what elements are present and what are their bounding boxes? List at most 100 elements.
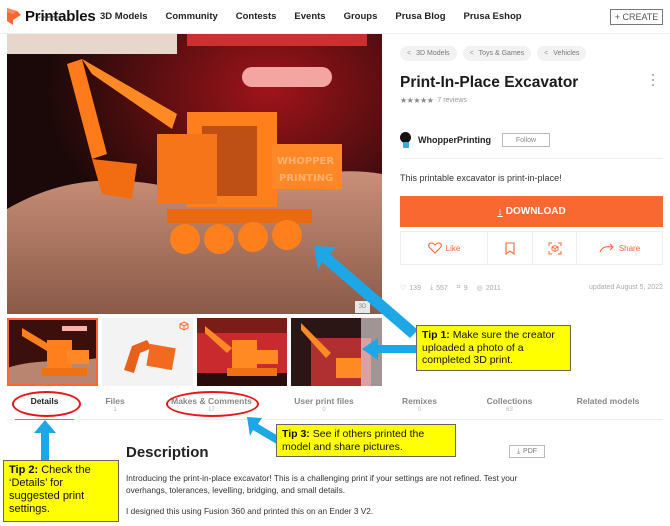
- tip-label: Tip 3:: [282, 428, 310, 440]
- svg-text:PRINTING: PRINTING: [279, 173, 333, 184]
- tip-1-callout: Tip 1: Make sure the creator uploaded a …: [416, 325, 571, 371]
- share-button[interactable]: Share: [577, 232, 662, 264]
- breadcrumb-3d-models[interactable]: <3D Models: [400, 46, 457, 61]
- nav-link-3d-models[interactable]: 3D Models: [100, 11, 148, 22]
- pdf-download-button[interactable]: ⤓ PDF: [509, 445, 545, 458]
- download-icon: ↓: [497, 205, 503, 218]
- logo-subtitle: by JOSEF PRUSA: [37, 15, 63, 19]
- top-nav: Printables by JOSEF PRUSA 3D Models Comm…: [0, 0, 670, 34]
- thumbnail-4[interactable]: [291, 318, 382, 386]
- heart-icon: [427, 242, 442, 254]
- 3d-cube-icon: [179, 321, 189, 331]
- model-stats: ♡ 139 ⤓ 557 ⌗ 9 ◎ 2011 updated August 5, 202…: [400, 284, 663, 292]
- nav-link-contests[interactable]: Contests: [236, 11, 277, 22]
- author-name[interactable]: WhopperPrinting: [418, 135, 491, 145]
- 3d-view-badge[interactable]: 3D: [355, 301, 370, 313]
- thumbnail-strip: [7, 318, 382, 386]
- breadcrumb: <3D Models < Toys & Games < Vehicles: [400, 46, 587, 61]
- star-rating-icon: ★★★★★: [400, 96, 434, 105]
- views-stat: ◎ 2011: [476, 284, 501, 293]
- makes-stat: ⌗ 9: [457, 284, 468, 292]
- ar-view-button[interactable]: [533, 232, 577, 264]
- follow-button[interactable]: Follow: [502, 133, 550, 147]
- download-label: DOWNLOAD: [505, 206, 566, 217]
- svg-text:WHOPPER: WHOPPER: [277, 156, 334, 167]
- tab-count: 1: [113, 407, 117, 413]
- tab-label: Files: [105, 396, 125, 406]
- main-model-photo[interactable]: WHOPPER PRINTING: [7, 34, 382, 314]
- makes-count: 9: [463, 284, 468, 292]
- thumbnail-2-3d-render[interactable]: [101, 318, 193, 386]
- chevron-left-icon: <: [407, 50, 412, 57]
- divider: [400, 158, 663, 159]
- breadcrumb-label: Vehicles: [553, 50, 580, 57]
- likes-count: 139: [409, 284, 421, 292]
- share-arrow-icon: [599, 243, 615, 253]
- downloads-stat: ⤓ 557: [430, 284, 448, 292]
- description-paragraph: Introducing the print-in-place excavator…: [126, 473, 518, 495]
- model-summary: This printable excavator is print-in-pla…: [400, 173, 562, 183]
- tab-count: 0: [417, 407, 422, 413]
- tip-label: Tip 2:: [9, 464, 39, 476]
- download-icon: ⤓: [516, 447, 521, 455]
- tip-label: Tip 1:: [422, 329, 450, 341]
- thumbnail-1[interactable]: [7, 318, 98, 386]
- tab-label: Remixes: [402, 396, 437, 406]
- tip-3-callout: Tip 3: See if others printed the model a…: [276, 424, 456, 457]
- action-bar: Like Share: [400, 231, 663, 265]
- tab-remixes[interactable]: Remixes 0: [373, 396, 466, 419]
- tab-collections[interactable]: Collections 63: [466, 396, 553, 419]
- makes-icon: ⌗: [456, 284, 461, 291]
- more-options-icon[interactable]: [650, 73, 656, 87]
- breadcrumb-toys-games[interactable]: < Toys & Games: [462, 46, 532, 61]
- create-button[interactable]: + CREATE: [610, 9, 663, 25]
- description-heading: Description: [126, 444, 209, 461]
- nav-link-events[interactable]: Events: [294, 11, 325, 22]
- highlight-makes-tab: [166, 391, 259, 417]
- rating[interactable]: ★★★★★ 7 reviews: [400, 96, 467, 105]
- heart-icon: ♡: [400, 285, 407, 292]
- excavator-photo: WHOPPER PRINTING: [7, 34, 382, 314]
- avatar[interactable]: [400, 132, 412, 148]
- downloads-count: 557: [436, 284, 448, 292]
- model-title: Print-In-Place Excavator: [400, 74, 579, 91]
- model-tabs: Details Files 1 Makes & Comments 17 User p…: [7, 396, 663, 420]
- download-button[interactable]: ↓ DOWNLOAD: [400, 196, 663, 227]
- tab-label: Collections: [486, 396, 533, 406]
- eye-icon: ◎: [476, 285, 483, 292]
- nav-link-groups[interactable]: Groups: [344, 11, 378, 22]
- tab-files[interactable]: Files 1: [82, 396, 148, 419]
- reviews-count[interactable]: 7 reviews: [437, 97, 467, 104]
- highlight-details-tab: [12, 391, 81, 417]
- views-count: 2011: [485, 284, 501, 292]
- share-label: Share: [618, 243, 641, 253]
- thumbnail-3[interactable]: [196, 318, 288, 386]
- likes-stat: ♡ 139: [400, 284, 421, 293]
- like-label: Like: [445, 243, 461, 253]
- breadcrumb-label: 3D Models: [416, 50, 450, 57]
- bookmark-button[interactable]: [488, 232, 533, 264]
- pdf-label: PDF: [523, 448, 538, 455]
- breadcrumb-vehicles[interactable]: < Vehicles: [537, 46, 587, 61]
- bookmark-icon: [505, 241, 515, 255]
- nav-link-prusa-eshop[interactable]: Prusa Eshop: [464, 11, 522, 22]
- tab-related-models[interactable]: Related models: [553, 396, 663, 419]
- download-icon: ⤓: [429, 284, 434, 291]
- like-button[interactable]: Like: [401, 232, 488, 264]
- chevron-left-icon: <: [469, 50, 474, 57]
- printables-logo-icon: [7, 8, 21, 25]
- description-paragraph: I designed this using Fusion 360 and pri…: [126, 506, 374, 516]
- tab-label: Related models: [576, 396, 640, 406]
- nav-link-prusa-blog[interactable]: Prusa Blog: [395, 11, 445, 22]
- nav-link-community[interactable]: Community: [166, 11, 218, 22]
- tab-count: 0: [322, 407, 326, 413]
- nav-links: 3D Models Community Contests Events Grou…: [100, 11, 540, 22]
- tab-user-print-files[interactable]: User print files 0: [275, 396, 373, 419]
- breadcrumb-label: Toys & Games: [478, 50, 525, 57]
- tab-label: User print files: [294, 396, 354, 406]
- chevron-left-icon: <: [544, 50, 549, 57]
- author-row: WhopperPrinting Follow: [400, 132, 550, 148]
- updated-date: updated August 5, 2022: [589, 284, 663, 291]
- tip-2-callout: Tip 2: Check the ‘Details’ for suggested…: [3, 460, 119, 522]
- tab-count: 63: [506, 407, 513, 413]
